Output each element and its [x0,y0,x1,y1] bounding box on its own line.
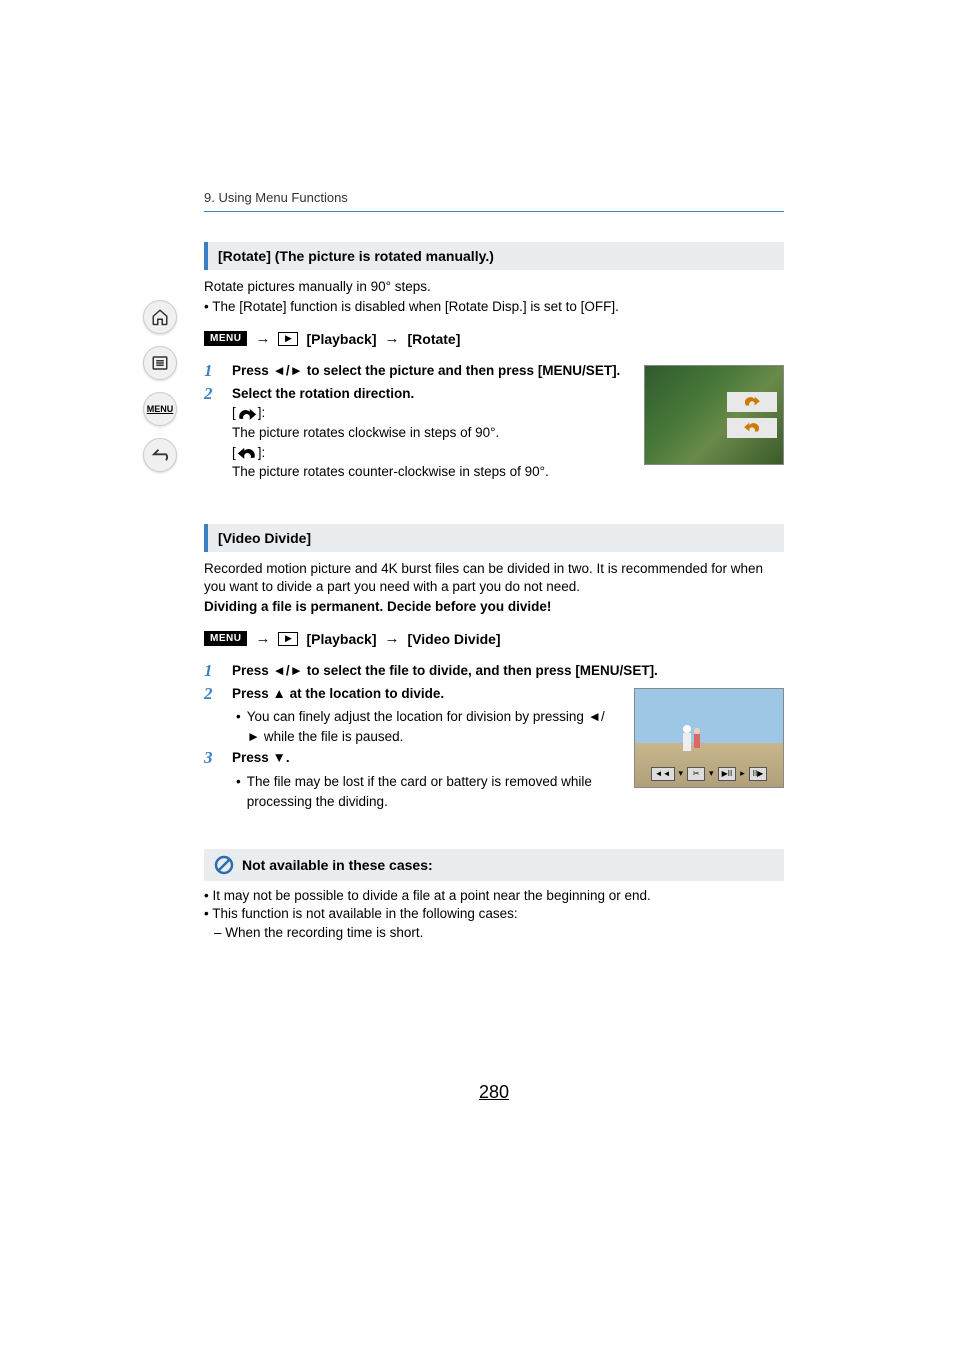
divide-button: ✂ [687,767,705,781]
divide-step2-title: Press ▲ at the location to divide. [232,684,614,704]
divide-section-header: [Video Divide] [204,524,784,552]
skip-fwd-button: II▶ [749,767,768,781]
not-available-section: Not available in these cases: • It may n… [204,849,784,942]
step-number: 3 [204,748,220,811]
rotate-step2-title: Select the rotation direction. [232,384,624,404]
step-number: 2 [204,684,220,747]
arrow-icon: → [255,630,270,647]
rotate-note: • The [Rotate] function is disabled when… [204,298,784,316]
rotate-cw-control [727,392,777,412]
arrow-icon: → [385,630,400,647]
arrow-icon: → [255,330,270,347]
rotate-section-header: [Rotate] (The picture is rotated manuall… [204,242,784,270]
sidebar: MENU [140,300,180,472]
path-video-divide: [Video Divide] [408,631,501,647]
main-content: 9. Using Menu Functions [Rotate] (The pi… [204,190,784,1103]
control-separator: ▸ [740,768,745,779]
rotate-ccw-control [727,418,777,438]
path-playback: [Playback] [306,331,376,347]
control-separator: ▾ [679,768,684,779]
rotate-intro: Rotate pictures manually in 90° steps. [204,278,784,296]
na-bullet-2: • This function is not available in the … [204,905,784,923]
back-icon[interactable] [143,438,177,472]
not-available-header: Not available in these cases: [204,849,784,881]
menu-badge: MENU [204,631,247,646]
playback-icon: ▶ [278,632,298,646]
rotate-ccw-line: []: [232,443,624,463]
prohibited-icon [214,855,234,875]
rotate-cw-line: []: [232,403,624,423]
arrow-icon: → [385,330,400,347]
not-available-title: Not available in these cases: [242,857,433,873]
home-icon[interactable] [143,300,177,334]
na-bullet-2a: – When the recording time is short. [214,924,784,942]
divide-step1: Press ◄/► to select the file to divide, … [232,663,658,678]
rotate-ccw-icon [236,446,258,460]
path-rotate: [Rotate] [408,331,461,347]
rotate-menu-path: MENU → ▶ [Playback] → [Rotate] [204,330,784,347]
control-separator: ▾ [709,768,714,779]
divide-steps: 1 Press ◄/► to select the file to divide… [204,661,784,811]
divide-intro: Recorded motion picture and 4K burst fil… [204,560,784,596]
path-playback: [Playback] [306,631,376,647]
divide-step3-sub: •The file may be lost if the card or bat… [236,772,614,811]
rotate-step1: Press ◄/► to select the picture and then… [232,363,620,378]
divide-step3-title: Press ▼. [232,748,614,768]
page-number[interactable]: 280 [204,1082,784,1103]
playback-control-strip: ◄◄ ▾ ✂ ▾ ▶II ▸ II▶ [639,765,779,783]
divide-menu-path: MENU → ▶ [Playback] → [Video Divide] [204,630,784,647]
divide-warning: Dividing a file is permanent. Decide bef… [204,598,784,616]
menu-badge: MENU [204,331,247,346]
step-number: 1 [204,361,220,381]
step-number: 1 [204,661,220,681]
na-bullet-1: • It may not be possible to divide a fil… [204,887,784,905]
play-pause-button: ▶II [718,767,737,781]
rotate-cw-desc: The picture rotates clockwise in steps o… [232,423,624,443]
rotate-cw-icon [236,407,258,421]
divide-step2-sub: •You can finely adjust the location for … [236,707,614,746]
step-number: 2 [204,384,220,482]
menu-icon[interactable]: MENU [143,392,177,426]
list-icon[interactable] [143,346,177,380]
playback-icon: ▶ [278,332,298,346]
rotate-illustration [644,365,784,465]
divide-illustration: ◄◄ ▾ ✂ ▾ ▶II ▸ II▶ [634,688,784,788]
skip-back-button: ◄◄ [651,767,675,781]
breadcrumb: 9. Using Menu Functions [204,190,784,212]
rotate-ccw-desc: The picture rotates counter-clockwise in… [232,462,624,482]
